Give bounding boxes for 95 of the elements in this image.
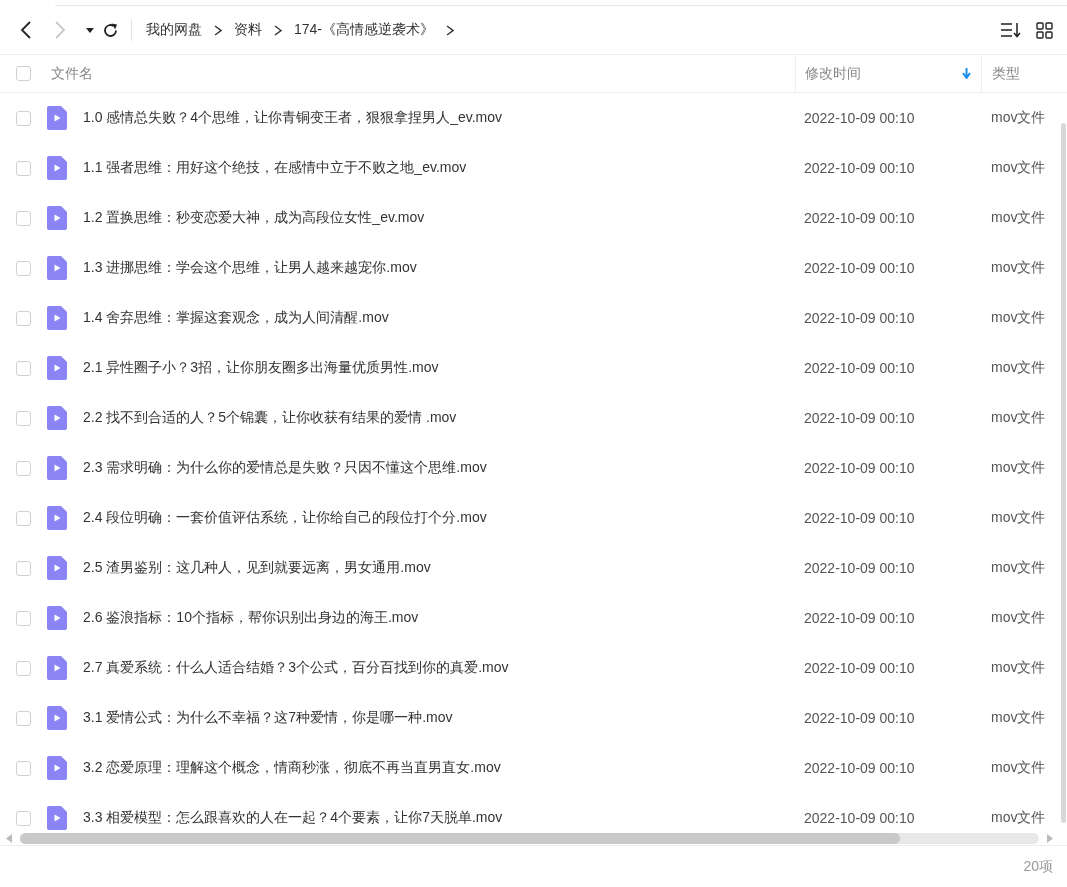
modified-time: 2022-10-09 00:10 — [804, 810, 915, 826]
video-file-icon — [47, 706, 67, 730]
file-type: mov文件 — [991, 759, 1046, 775]
video-file-icon — [47, 556, 67, 580]
modified-time: 2022-10-09 00:10 — [804, 410, 915, 426]
column-header[interactable]: 类型 — [992, 64, 1020, 83]
file-name[interactable]: 2.2 找不到合适的人？5个锦囊，让你收获有结果的爱情 .mov — [83, 409, 457, 427]
modified-time: 2022-10-09 00:10 — [804, 160, 915, 176]
row-checkbox[interactable] — [16, 110, 31, 126]
modified-time: 2022-10-09 00:10 — [804, 560, 915, 576]
file-type: mov文件 — [991, 659, 1046, 675]
file-name[interactable]: 3.3 相爱模型：怎么跟喜欢的人在一起？4个要素，让你7天脱单.mov — [83, 809, 503, 827]
file-name[interactable]: 3.2 恋爱原理：理解这个概念，情商秒涨，彻底不再当直男直女.mov — [83, 759, 501, 777]
caret-icon[interactable] — [86, 27, 94, 33]
file-type: mov文件 — [991, 509, 1046, 525]
file-name[interactable]: 2.5 渣男鉴别：这几种人，见到就要远离，男女通用.mov — [83, 559, 431, 577]
file-type: mov文件 — [991, 409, 1046, 425]
file-name[interactable]: 1.0 感情总失败？4个思维，让你青铜变王者，狠狠拿捏男人_ev.mov — [83, 109, 502, 127]
select-all-checkbox[interactable] — [16, 66, 31, 81]
row-checkbox[interactable] — [16, 810, 31, 826]
row-checkbox[interactable] — [16, 260, 31, 276]
grid-view-icon[interactable] — [1036, 21, 1053, 39]
scroll-right-icon[interactable] — [1047, 833, 1053, 843]
column-header[interactable]: 修改时间 — [805, 64, 861, 83]
row-checkbox[interactable] — [16, 410, 31, 426]
horizontal-scrollbar-thumb[interactable] — [20, 832, 900, 844]
file-name[interactable]: 2.7 真爱系统：什么人适合结婚？3个公式，百分百找到你的真爱.mov — [83, 659, 509, 677]
file-type: mov文件 — [991, 209, 1046, 225]
video-file-icon — [47, 256, 67, 280]
file-name[interactable]: 1.1 强者思维：用好这个绝技，在感情中立于不败之地_ev.mov — [83, 159, 467, 177]
file-name[interactable]: 2.6 鉴浪指标：10个指标，帮你识别出身边的海王.mov — [83, 609, 419, 627]
modified-time: 2022-10-09 00:10 — [804, 610, 915, 626]
video-file-icon — [47, 156, 67, 180]
video-file-icon — [47, 206, 67, 230]
row-checkbox[interactable] — [16, 560, 31, 576]
chevron-icon — [274, 24, 282, 36]
video-file-icon — [47, 306, 67, 330]
refresh-icon[interactable] — [102, 21, 119, 39]
breadcrumb-item[interactable]: 我的网盘 — [146, 21, 202, 39]
modified-time: 2022-10-09 00:10 — [804, 710, 915, 726]
modified-time: 2022-10-09 00:10 — [804, 260, 915, 276]
video-file-icon — [47, 656, 67, 680]
column-header[interactable]: 文件名 — [51, 64, 93, 83]
modified-time: 2022-10-09 00:10 — [804, 760, 915, 776]
file-type: mov文件 — [991, 259, 1046, 275]
chevron-icon — [214, 24, 222, 36]
file-type: mov文件 — [991, 159, 1046, 175]
breadcrumb-item[interactable]: 资料 — [234, 21, 262, 39]
row-checkbox[interactable] — [16, 210, 31, 226]
modified-time: 2022-10-09 00:10 — [804, 360, 915, 376]
row-checkbox[interactable] — [16, 510, 31, 526]
file-name[interactable]: 2.1 异性圈子小？3招，让你朋友圈多出海量优质男性.mov — [83, 359, 439, 377]
chevron-icon — [446, 24, 455, 36]
modified-time: 2022-10-09 00:10 — [804, 210, 915, 226]
file-type: mov文件 — [991, 459, 1046, 475]
video-file-icon — [47, 406, 67, 430]
modified-time: 2022-10-09 00:10 — [804, 510, 915, 526]
breadcrumb-item[interactable]: 174-《高情感逆袭术》 — [294, 21, 435, 39]
modified-time: 2022-10-09 00:10 — [804, 310, 915, 326]
file-type: mov文件 — [991, 359, 1046, 375]
modified-time: 2022-10-09 00:10 — [804, 660, 915, 676]
file-type: mov文件 — [991, 809, 1046, 825]
video-file-icon — [47, 356, 67, 380]
file-name[interactable]: 3.1 爱情公式：为什么不幸福？这7种爱情，你是哪一种.mov — [83, 709, 453, 727]
scroll-left-icon[interactable] — [6, 833, 12, 843]
modified-time: 2022-10-09 00:10 — [804, 110, 915, 126]
video-file-icon — [47, 806, 67, 830]
file-type: mov文件 — [991, 609, 1046, 625]
row-checkbox[interactable] — [16, 360, 31, 376]
video-file-icon — [47, 756, 67, 780]
row-checkbox[interactable] — [16, 710, 31, 726]
file-name[interactable]: 1.3 进挪思维：学会这个思维，让男人越来越宠你.mov — [83, 259, 417, 277]
item-count: 20项 — [1023, 858, 1053, 876]
file-type: mov文件 — [991, 309, 1046, 325]
row-checkbox[interactable] — [16, 310, 31, 326]
video-file-icon — [47, 456, 67, 480]
video-file-icon — [47, 106, 67, 130]
video-file-icon — [47, 506, 67, 530]
file-name[interactable]: 2.3 需求明确：为什么你的爱情总是失败？只因不懂这个思维.mov — [83, 459, 487, 477]
sort-arrow-icon — [962, 68, 971, 79]
file-name[interactable]: 2.4 段位明确：一套价值评估系统，让你给自己的段位打个分.mov — [83, 509, 487, 527]
row-checkbox[interactable] — [16, 660, 31, 676]
modified-time: 2022-10-09 00:10 — [804, 460, 915, 476]
file-name[interactable]: 1.2 置换思维：秒变恋爱大神，成为高段位女性_ev.mov — [83, 209, 425, 227]
vertical-scrollbar[interactable] — [1061, 123, 1066, 823]
file-name[interactable]: 1.4 舍弃思维：掌握这套观念，成为人间清醒.mov — [83, 309, 389, 327]
sort-icon[interactable] — [1000, 22, 1022, 38]
file-type: mov文件 — [991, 709, 1046, 725]
file-type: mov文件 — [991, 559, 1046, 575]
row-checkbox[interactable] — [16, 160, 31, 176]
file-type: mov文件 — [991, 109, 1046, 125]
row-checkbox[interactable] — [16, 460, 31, 476]
row-checkbox[interactable] — [16, 760, 31, 776]
video-file-icon — [47, 606, 67, 630]
row-checkbox[interactable] — [16, 610, 31, 626]
